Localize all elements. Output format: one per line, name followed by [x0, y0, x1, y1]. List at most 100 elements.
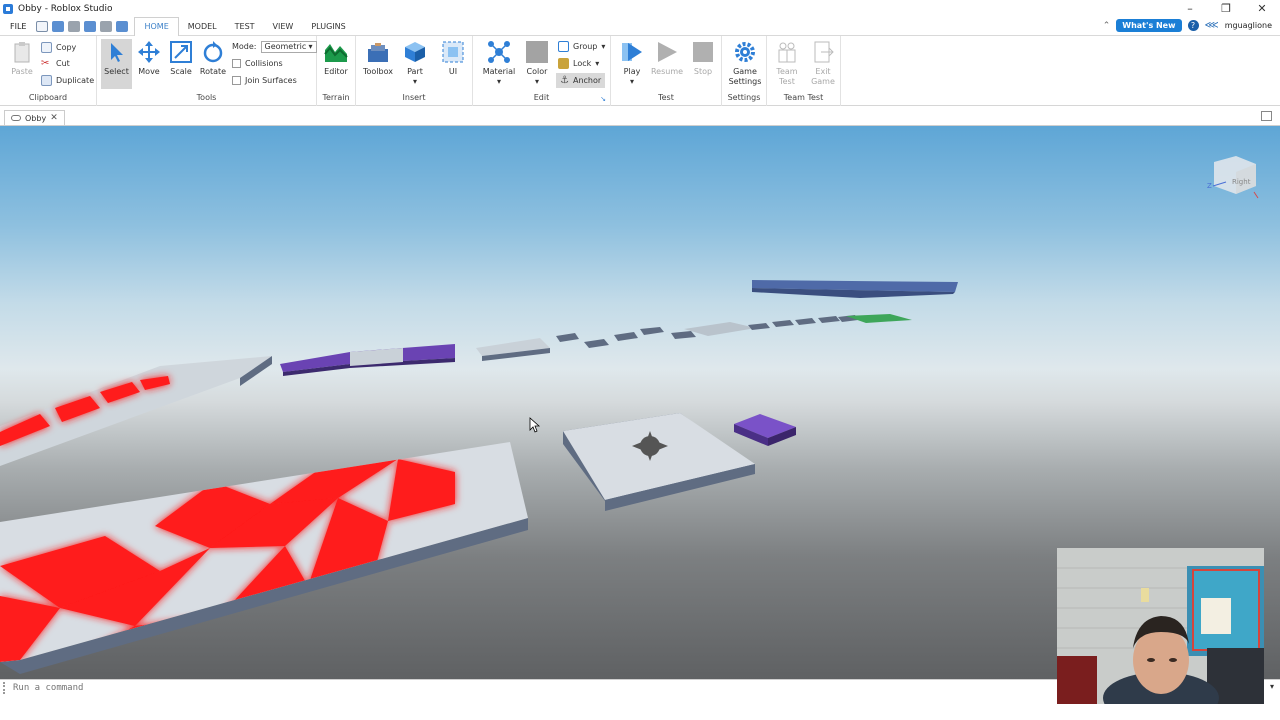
- terrain-group: Editor Terrain: [317, 36, 356, 106]
- part-cube-icon: [405, 42, 425, 62]
- obby-tab[interactable]: Obby ✕: [4, 110, 65, 125]
- stop-button[interactable]: Stop: [687, 39, 719, 89]
- checkered-bridge[interactable]: [0, 356, 272, 466]
- scissors-icon: ✂: [41, 58, 50, 69]
- team-test-group: Team Test Exit Game Team Test: [767, 36, 841, 106]
- restore-button[interactable]: ❐: [1208, 0, 1244, 17]
- material-dropdown-icon[interactable]: ▾: [497, 77, 501, 87]
- redo-icon[interactable]: [68, 20, 81, 32]
- publish-icon[interactable]: [52, 20, 65, 32]
- share-icon[interactable]: ⋘: [1205, 20, 1219, 31]
- spawn-platform[interactable]: [563, 413, 755, 511]
- window-title: Obby - Roblox Studio: [18, 3, 113, 14]
- jump-block-6[interactable]: [748, 323, 770, 330]
- scale-button[interactable]: Scale: [165, 39, 197, 89]
- material-button[interactable]: Material ▾: [483, 39, 515, 89]
- color-swatch-icon: [526, 41, 548, 63]
- play-dropdown-icon[interactable]: ▾: [630, 77, 634, 87]
- cursor-icon: [110, 43, 123, 62]
- command-input[interactable]: [13, 682, 1053, 693]
- file-menu[interactable]: FILE: [0, 22, 36, 31]
- checkered-start-platform[interactable]: [0, 442, 528, 674]
- green-finish-platform[interactable]: [846, 314, 912, 323]
- team-test-button[interactable]: Team Test: [771, 39, 803, 89]
- mouse-cursor-icon: [529, 417, 541, 433]
- close-tab-icon[interactable]: ✕: [50, 113, 58, 123]
- paste-button[interactable]: Paste: [6, 39, 38, 89]
- drag-handle[interactable]: [3, 681, 11, 694]
- duplicate-button[interactable]: Duplicate: [41, 73, 94, 88]
- stop-icon[interactable]: [100, 20, 113, 32]
- quick-access-toolbar: [36, 20, 129, 32]
- ui-button[interactable]: UI: [437, 39, 469, 89]
- team-test-label: Team Test: [783, 93, 824, 102]
- cut-button[interactable]: ✂ Cut: [41, 56, 70, 71]
- anchor-icon: ⚓: [560, 75, 569, 86]
- jump-block-7[interactable]: [772, 320, 794, 327]
- gear-icon: [735, 42, 755, 62]
- rotate-button[interactable]: Rotate: [197, 39, 229, 89]
- jump-block-3[interactable]: [614, 332, 638, 341]
- copy-button[interactable]: Copy: [41, 40, 76, 55]
- jump-block-4[interactable]: [640, 327, 664, 335]
- webcam-feed: [1057, 548, 1264, 704]
- terrain-editor-button[interactable]: Editor: [320, 39, 352, 89]
- jump-block-1[interactable]: [556, 333, 579, 342]
- test-label: Test: [658, 93, 674, 102]
- toolbox-button[interactable]: Toolbox: [362, 39, 394, 89]
- tab-test[interactable]: TEST: [226, 17, 264, 36]
- lock-dropdown-icon[interactable]: ▾: [595, 59, 599, 68]
- account-tools: ⌃ What's New ? ⋘ mguaglione: [1103, 19, 1272, 32]
- jump-block-5[interactable]: [671, 331, 696, 339]
- move-button[interactable]: Move: [133, 39, 165, 89]
- join-surfaces-toggle[interactable]: Join Surfaces: [232, 73, 297, 88]
- tab-home[interactable]: HOME: [134, 16, 179, 37]
- color-dropdown-icon[interactable]: ▾: [535, 77, 539, 87]
- part-button[interactable]: Part ▾: [399, 39, 431, 89]
- group-dropdown-icon[interactable]: ▾: [601, 42, 605, 51]
- whats-new-button[interactable]: What's New: [1116, 19, 1182, 32]
- collisions-checkbox[interactable]: [232, 59, 241, 68]
- view-cube[interactable]: Right Z: [1207, 156, 1259, 199]
- minimize-button[interactable]: –: [1172, 0, 1208, 17]
- test-group: Play ▾ Resume Stop Test: [611, 36, 722, 106]
- undo-icon[interactable]: [116, 20, 129, 32]
- tab-view[interactable]: VIEW: [264, 17, 303, 36]
- collapse-ribbon-icon[interactable]: ⌃: [1103, 21, 1111, 31]
- jump-block-8[interactable]: [795, 318, 816, 325]
- mode-dropdown[interactable]: Geometric ▾: [260, 40, 317, 53]
- play-button[interactable]: Play ▾: [616, 39, 648, 89]
- command-bar-dropdown-icon[interactable]: ▾: [1270, 682, 1274, 691]
- split-pane-icon[interactable]: [1261, 111, 1272, 121]
- tab-plugins[interactable]: PLUGINS: [302, 17, 354, 36]
- select-button[interactable]: Select: [101, 39, 132, 89]
- purple-path-platform[interactable]: [280, 344, 455, 376]
- far-platform[interactable]: [752, 280, 958, 298]
- join-surfaces-checkbox[interactable]: [232, 76, 241, 85]
- resume-button[interactable]: Resume: [651, 39, 683, 89]
- part-dropdown-icon[interactable]: ▾: [413, 77, 417, 87]
- new-file-icon[interactable]: [36, 20, 49, 32]
- collisions-toggle[interactable]: Collisions: [232, 56, 283, 71]
- exit-game-button[interactable]: Exit Game: [807, 39, 839, 89]
- help-icon[interactable]: ?: [1187, 20, 1199, 31]
- jump-block-9[interactable]: [818, 316, 840, 323]
- play-icon: [622, 43, 642, 61]
- color-button[interactable]: Color ▾: [521, 39, 553, 89]
- game-settings-button[interactable]: Game Settings: [727, 39, 763, 89]
- mode-control: Mode: Geometric ▾: [232, 39, 317, 54]
- tab-model[interactable]: MODEL: [179, 17, 226, 36]
- username[interactable]: mguaglione: [1225, 21, 1272, 30]
- jump-block-2[interactable]: [584, 339, 609, 348]
- view-cube-label: Right: [1232, 178, 1251, 186]
- edit-label: Edit: [533, 93, 550, 102]
- ui-icon: [442, 41, 464, 63]
- edit-group: Material ▾ Color ▾ Group ▾ Lock ▾ ⚓ Anch…: [473, 36, 611, 106]
- floating-platform-b[interactable]: [684, 322, 756, 336]
- play-here-icon[interactable]: [84, 20, 97, 32]
- terrain-label: Terrain: [322, 93, 350, 102]
- close-button[interactable]: ✕: [1244, 0, 1280, 17]
- group-button[interactable]: Group ▾: [558, 39, 605, 54]
- lock-button[interactable]: Lock ▾: [558, 56, 599, 71]
- anchor-button[interactable]: ⚓ Anchor: [556, 73, 606, 88]
